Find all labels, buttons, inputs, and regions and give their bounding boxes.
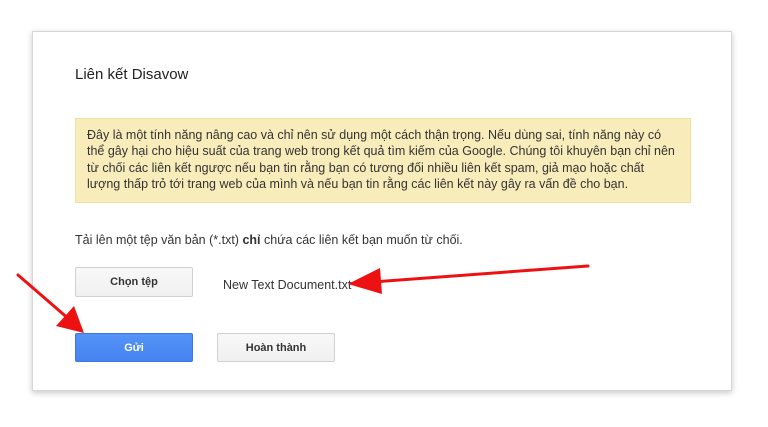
instruction-text-start: Tải lên một tệp văn bản (*.txt) — [75, 233, 243, 247]
disavow-dialog: Liên kết Disavow Đây là một tính năng nâ… — [32, 31, 732, 391]
instruction-emphasis: chỉ — [242, 233, 261, 247]
warning-box: Đây là một tính năng nâng cao và chỉ nên… — [75, 118, 691, 203]
dialog-title: Liên kết Disavow — [75, 66, 189, 83]
submit-button[interactable]: Gửi — [75, 333, 193, 362]
upload-instruction: Tải lên một tệp văn bản (*.txt) chỉ chứa… — [75, 233, 463, 247]
choose-file-button[interactable]: Chọn tệp — [75, 267, 193, 297]
selected-file-name: New Text Document.txt — [223, 278, 352, 292]
done-button[interactable]: Hoàn thành — [217, 333, 335, 362]
instruction-text-end: chứa các liên kết bạn muốn từ chối. — [260, 233, 463, 247]
